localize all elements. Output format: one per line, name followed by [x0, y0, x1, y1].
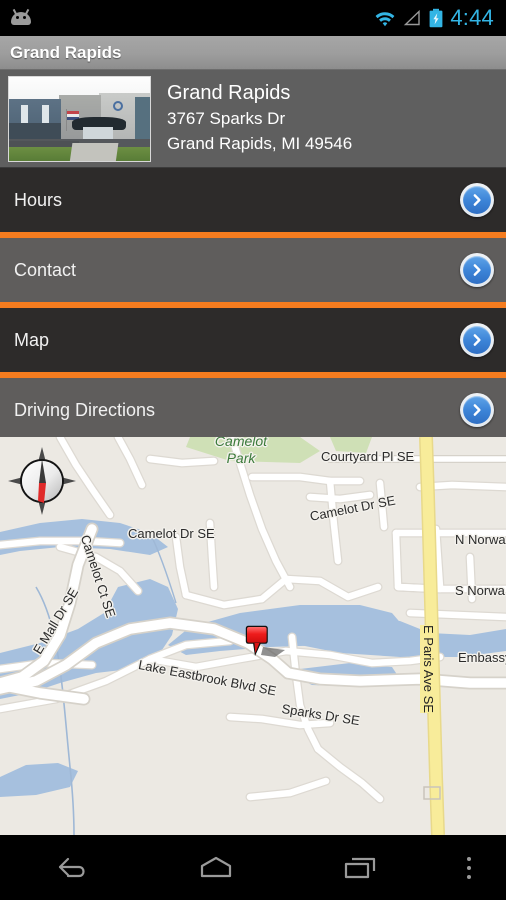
- chevron-right-icon[interactable]: [460, 183, 494, 217]
- map-label-s-norway: S Norwa: [455, 583, 505, 598]
- location-address-line2: Grand Rapids, MI 49546: [167, 134, 353, 153]
- cell-signal-icon: [404, 9, 421, 26]
- map-label-e-paris-ave-se: E Paris Ave SE: [420, 625, 437, 713]
- status-bar-clock: 4:44: [450, 5, 494, 30]
- location-header: Grand Rapids 3767 Sparks Dr Grand Rapids…: [0, 70, 506, 168]
- list-item-hours[interactable]: Hours: [0, 168, 506, 232]
- list-item-label: Driving Directions: [14, 399, 156, 420]
- map-label-courtyard-pl-se: Courtyard Pl SE: [321, 449, 415, 464]
- list-item-contact[interactable]: Contact: [0, 238, 506, 302]
- home-icon[interactable]: [144, 835, 288, 900]
- chevron-right-icon[interactable]: [460, 253, 494, 287]
- list-item-label: Map: [14, 329, 50, 350]
- page-title: Grand Rapids: [10, 42, 122, 62]
- chevron-right-icon[interactable]: [460, 323, 494, 357]
- compass-rose-icon: [6, 445, 78, 517]
- title-bar: Grand Rapids: [0, 36, 506, 70]
- list-item-driving-directions[interactable]: Driving Directions: [0, 378, 506, 442]
- location-address-line1: 3767 Sparks Dr: [167, 109, 286, 128]
- location-info: Grand Rapids 3767 Sparks Dr Grand Rapids…: [167, 81, 352, 156]
- map-label-embassy: Embassy: [458, 650, 506, 665]
- map-label-n-norway: N Norwa: [455, 532, 506, 547]
- overflow-menu-icon[interactable]: [432, 835, 506, 900]
- chevron-right-icon[interactable]: [460, 393, 494, 427]
- recent-apps-icon[interactable]: [288, 835, 432, 900]
- map-marker-icon[interactable]: [245, 625, 291, 667]
- store-photo: [8, 75, 151, 162]
- menu-list: Hours Contact Map Driving Directions: [0, 168, 506, 442]
- back-icon[interactable]: [0, 835, 144, 900]
- android-robot-icon: [8, 8, 34, 26]
- status-bar-system-icons: 4:44: [374, 5, 498, 31]
- list-item-label: Contact: [14, 259, 77, 280]
- wifi-icon: [375, 12, 395, 27]
- status-bar: 4:44: [0, 0, 506, 36]
- location-name: Grand Rapids: [167, 82, 291, 104]
- app-screen: 4:44 Grand Rapids Grand Rapids 3767 Spar…: [0, 0, 506, 900]
- status-bar-notifications: [8, 8, 34, 26]
- android-navigation-bar: [0, 835, 506, 900]
- map-label-camelot-park: Camelot Park: [214, 437, 268, 466]
- map-view[interactable]: Camelot Park Courtyard Pl SE Camelot Dr …: [0, 437, 506, 835]
- list-item-map[interactable]: Map: [0, 308, 506, 372]
- list-item-label: Hours: [14, 189, 63, 210]
- battery-charging-icon: [429, 8, 443, 28]
- map-label-camelot-dr-se-left: Camelot Dr SE: [128, 526, 215, 541]
